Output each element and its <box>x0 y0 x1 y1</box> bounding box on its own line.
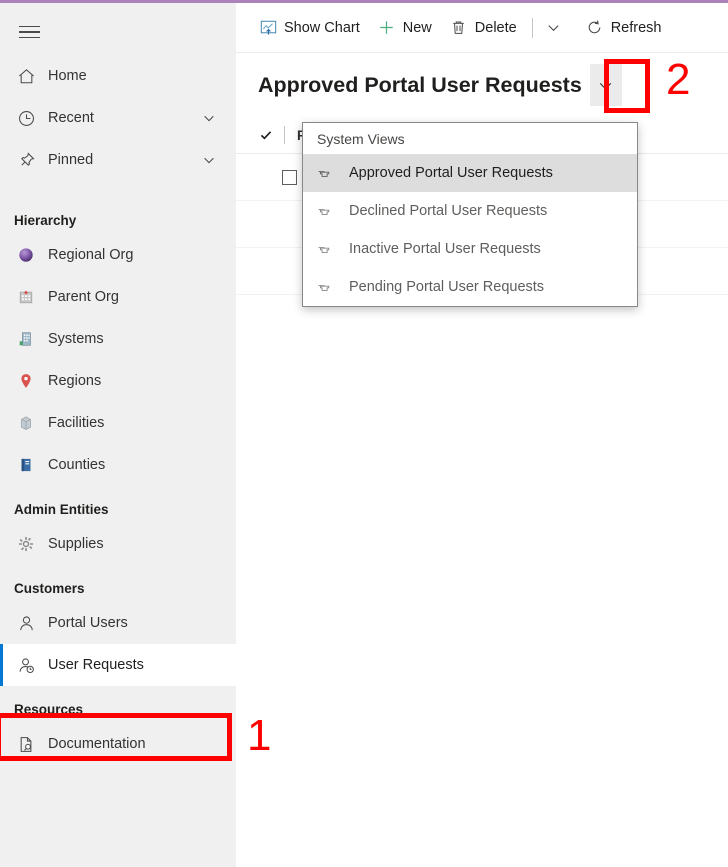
sidebar-item-label: Documentation <box>48 736 146 752</box>
sidebar-item-recent[interactable]: Recent <box>0 97 236 139</box>
plus-icon <box>378 19 396 37</box>
sidebar-item-label: Portal Users <box>48 615 128 631</box>
flyout-item-label: Declined Portal User Requests <box>349 203 548 219</box>
refresh-button[interactable]: Refresh <box>577 10 671 46</box>
sidebar-item-user-requests[interactable]: User Requests <box>0 644 236 686</box>
sidebar-item-label: User Requests <box>48 657 144 673</box>
command-bar: Show Chart New Delete Refresh <box>236 3 728 53</box>
chart-icon <box>259 19 277 37</box>
sidebar-item-regional-org[interactable]: Regional Org <box>0 234 236 276</box>
show-chart-button[interactable]: Show Chart <box>250 10 369 46</box>
chevron-down-icon[interactable] <box>202 111 216 125</box>
trash-icon <box>450 19 468 37</box>
view-selector-flyout: System Views Approved Portal User Reques… <box>302 122 638 307</box>
flyout-item-pending-portal-user-requests[interactable]: Pending Portal User Requests <box>303 268 637 306</box>
refresh-icon <box>586 19 604 37</box>
select-all-checkmark-icon[interactable] <box>258 128 274 142</box>
sidebar-item-label: Facilities <box>48 415 105 431</box>
delete-button[interactable]: Delete <box>441 10 526 46</box>
gear-icon <box>12 530 40 558</box>
flyout-item-approved-portal-user-requests[interactable]: Approved Portal User Requests <box>303 154 637 192</box>
sidebar-item-label: Home <box>48 68 87 84</box>
flyout-item-inactive-portal-user-requests[interactable]: Inactive Portal User Requests <box>303 230 637 268</box>
view-selector-button[interactable] <box>589 64 622 106</box>
sidebar-nav-list: Home Recent Pinned Hierarchy Regional Or… <box>0 55 236 765</box>
flyout-item-label: Inactive Portal User Requests <box>349 241 541 257</box>
command-label: Delete <box>474 19 517 36</box>
sidebar-item-label: Recent <box>48 110 94 126</box>
flyout-item-label: Approved Portal User Requests <box>349 165 553 181</box>
command-label: Refresh <box>610 19 662 36</box>
app-root: Home Recent Pinned Hierarchy Regional Or… <box>0 0 728 867</box>
command-divider <box>531 17 533 38</box>
sidebar-item-regions[interactable]: Regions <box>0 360 236 402</box>
sidebar-item-counties[interactable]: Counties <box>0 444 236 486</box>
sidebar-item-label: Parent Org <box>48 289 119 305</box>
flyout-section-header: System Views <box>317 131 405 147</box>
main-content: Show Chart New Delete Refresh Approved P… <box>236 3 728 867</box>
grid-header-divider <box>284 126 285 144</box>
sidebar-group-title: Hierarchy <box>14 213 77 228</box>
clock-icon <box>12 104 40 132</box>
book-icon <box>12 451 40 479</box>
person-clock-icon <box>12 651 40 679</box>
pin-icon <box>317 166 339 181</box>
sidebar-item-label: Counties <box>48 457 106 473</box>
sidebar-item-systems[interactable]: Systems <box>0 318 236 360</box>
view-header: Approved Portal User Requests <box>236 53 728 117</box>
flyout-item-label: Pending Portal User Requests <box>349 279 545 295</box>
hospital-icon <box>12 283 40 311</box>
sidebar: Home Recent Pinned Hierarchy Regional Or… <box>0 3 236 867</box>
sidebar-item-label: Pinned <box>48 152 94 168</box>
pin-icon <box>317 280 339 295</box>
page-title: Approved Portal User Requests <box>258 72 582 97</box>
chevron-down-icon <box>548 25 559 32</box>
sidebar-group-title: Admin Entities <box>14 502 109 517</box>
pin-icon <box>12 146 40 174</box>
office-building-icon <box>12 325 40 353</box>
sidebar-item-parent-org[interactable]: Parent Org <box>0 276 236 318</box>
sidebar-group-title: Resources <box>14 702 84 717</box>
pin-icon <box>317 242 339 257</box>
sidebar-group-title: Customers <box>14 581 85 596</box>
sidebar-item-label: Regional Org <box>48 247 134 263</box>
person-icon <box>12 609 40 637</box>
sidebar-item-pinned[interactable]: Pinned <box>0 139 236 181</box>
command-overflow-button[interactable] <box>539 11 569 45</box>
flyout-item-declined-portal-user-requests[interactable]: Declined Portal User Requests <box>303 192 637 230</box>
row-checkbox[interactable] <box>282 169 297 185</box>
sphere-icon <box>12 241 40 269</box>
document-search-icon <box>12 730 40 758</box>
hamburger-icon[interactable] <box>12 15 46 49</box>
facility-icon <box>12 409 40 437</box>
sidebar-item-label: Regions <box>48 373 102 389</box>
sidebar-item-label: Supplies <box>48 536 104 552</box>
pin-icon <box>317 204 339 219</box>
sidebar-item-home[interactable]: Home <box>0 55 236 97</box>
chevron-down-icon <box>600 82 612 90</box>
sidebar-item-documentation[interactable]: Documentation <box>0 723 236 765</box>
sidebar-item-label: Systems <box>48 331 104 347</box>
home-icon <box>12 62 40 90</box>
sidebar-item-supplies[interactable]: Supplies <box>0 523 236 565</box>
sidebar-item-portal-users[interactable]: Portal Users <box>0 602 236 644</box>
command-label: Show Chart <box>284 19 360 36</box>
chevron-down-icon[interactable] <box>202 153 216 167</box>
new-button[interactable]: New <box>369 10 441 46</box>
sidebar-item-facilities[interactable]: Facilities <box>0 402 236 444</box>
map-pin-icon <box>12 367 40 395</box>
command-label: New <box>402 19 432 36</box>
